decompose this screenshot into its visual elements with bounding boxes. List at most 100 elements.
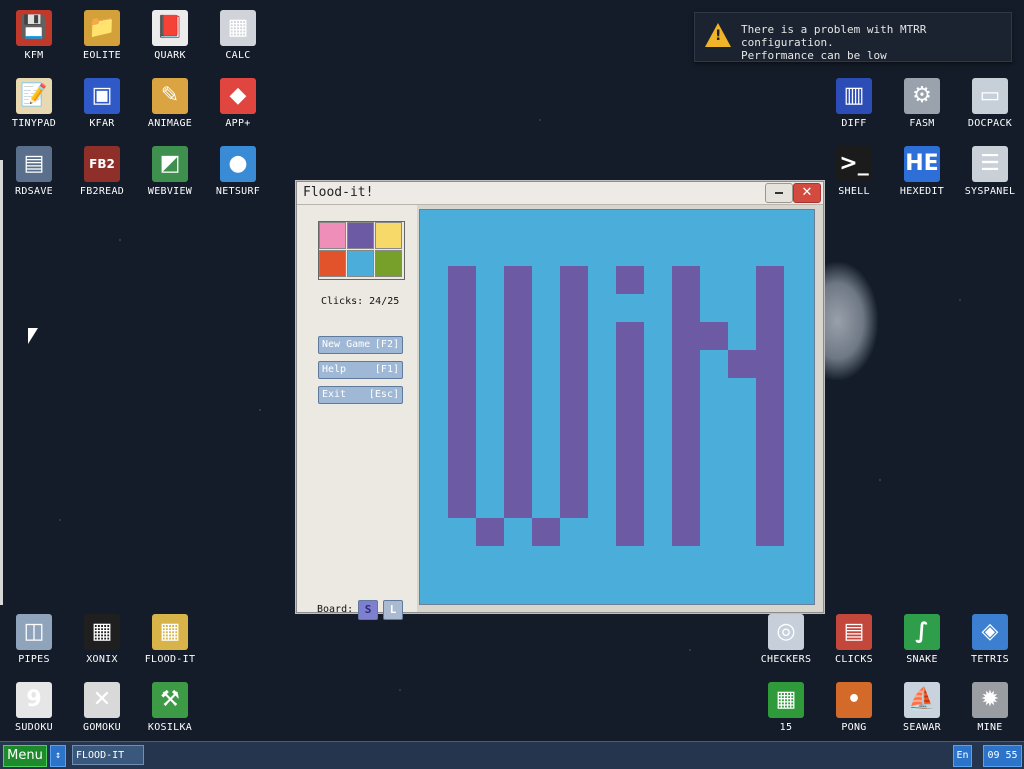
pipes-icon: ◫ [16, 614, 52, 650]
desktop-shortcut-snake[interactable]: ∫ SNAKE [888, 606, 956, 665]
flood-it-window[interactable]: Flood-it! ✕ Clicks: 24/25 New Game [F2] … [296, 181, 824, 620]
desktop-shortcut-label: FB2READ [79, 186, 125, 197]
desktop-shortcut-seawar[interactable]: ⛵ SEAWAR [888, 674, 956, 733]
board-cell-region [616, 266, 644, 294]
game-board[interactable] [419, 209, 815, 605]
board-cell-region [504, 266, 532, 518]
desktop-shortcut-label: NETSURF [215, 186, 261, 197]
palette-color-swatch[interactable] [347, 222, 374, 249]
desktop-shortcut-kfar[interactable]: ▣ KFAR [68, 70, 136, 129]
desktop-shortcut-sudoku[interactable]: 9 SUDOKU [0, 674, 68, 733]
desktop-shortcut-pipes[interactable]: ◫ PIPES [0, 606, 68, 665]
board-cell-region [728, 350, 756, 378]
desktop-shortcut-label: WEBVIEW [147, 186, 193, 197]
desktop-shortcut-hexedit[interactable]: HE HEXEDIT [888, 138, 956, 197]
desktop-shortcut-gomoku[interactable]: ✕ GOMOKU [68, 674, 136, 733]
desktop-left-edge [0, 160, 3, 605]
desktop-shortcut-label: FASM [909, 118, 935, 129]
shell-icon: >_ [836, 146, 872, 182]
desktop-shortcut-label: HEXEDIT [899, 186, 945, 197]
desktop-shortcut-mine[interactable]: ✹ MINE [956, 674, 1024, 733]
desktop-shortcut-tetris[interactable]: ◈ TETRIS [956, 606, 1024, 665]
desktop-shortcut-rdsave[interactable]: ▤ RDSAVE [0, 138, 68, 197]
new-game-label: New Game [322, 339, 371, 350]
rdsave-icon: ▤ [16, 146, 52, 182]
desktop-shortcut-tinypad[interactable]: 📝 TINYPAD [0, 70, 68, 129]
desktop-shortcut-fb2read[interactable]: FB2 FB2READ [68, 138, 136, 197]
clicks-icon: ▤ [836, 614, 872, 650]
docpack-icon: ▭ [972, 78, 1008, 114]
mtrr-warning-notification[interactable]: ! There is a problem with MTRR configura… [694, 12, 1012, 62]
animage-icon: ✎ [152, 78, 188, 114]
checkers-icon: ◎ [768, 614, 804, 650]
board-size-small-button[interactable]: S [358, 600, 378, 620]
color-palette [318, 221, 405, 280]
help-button[interactable]: Help [F1] [318, 361, 403, 379]
board-size-label: Board: [317, 604, 354, 615]
sudoku-icon: 9 [16, 682, 52, 718]
desktop-shortcut-webview[interactable]: ◩ WEBVIEW [136, 138, 204, 197]
desktop-shortcut-app-[interactable]: ◆ APP+ [204, 70, 272, 129]
minimize-icon [775, 192, 783, 194]
snake-icon: ∫ [904, 614, 940, 650]
desktop-shortcut-label: SEAWAR [903, 722, 941, 733]
desktop-shortcut-xonix[interactable]: ▦ XONIX [68, 606, 136, 665]
window-title: Flood-it! [303, 185, 374, 200]
desktop-shortcut-label: CALC [225, 50, 251, 61]
palette-color-swatch[interactable] [319, 222, 346, 249]
close-button[interactable]: ✕ [793, 183, 821, 203]
taskbar-item-flood-it[interactable]: FLOOD-IT [72, 745, 144, 765]
board-cell-region [476, 518, 504, 546]
desktop-shortcut-label: SUDOKU [15, 722, 53, 733]
desktop-shortcut-calc[interactable]: ▦ CALC [204, 2, 272, 61]
board-cell-region [560, 266, 588, 518]
board-size-large-button[interactable]: L [383, 600, 403, 620]
palette-color-swatch[interactable] [319, 250, 346, 277]
hexedit-icon: HE [904, 146, 940, 182]
clicks-counter: Clicks: 24/25 [321, 296, 400, 307]
board-cell-region [532, 518, 560, 546]
desktop-shortcut-quark[interactable]: 📕 QUARK [136, 2, 204, 61]
desktop-shortcut-15[interactable]: ▦ 15 [752, 674, 820, 733]
desktop-shortcut-clicks[interactable]: ▤ CLICKS [820, 606, 888, 665]
desktop-shortcut-shell[interactable]: >_ SHELL [820, 138, 888, 197]
desktop-shortcut-pong[interactable]: • PONG [820, 674, 888, 733]
desktop-shortcut-label: TETRIS [971, 654, 1009, 665]
syspanel-icon: ☰ [972, 146, 1008, 182]
desktop-shortcut-kfm[interactable]: 💾 KFM [0, 2, 68, 61]
desktop-shortcut-flood-it[interactable]: ▦ FLOOD-IT [136, 606, 204, 665]
board-cell-region [756, 266, 784, 546]
desktop-shortcut-eolite[interactable]: 📁 EOLITE [68, 2, 136, 61]
menu-button[interactable]: Menu [3, 745, 47, 767]
desktop-shortcut-diff[interactable]: ▥ DIFF [820, 70, 888, 129]
app-plus-icon: ◆ [220, 78, 256, 114]
taskbar-switch-icon[interactable]: ↕ [50, 745, 66, 767]
minimize-button[interactable] [765, 183, 793, 203]
desktop-shortcut-label: KFM [24, 50, 44, 61]
notification-line-1: There is a problem with MTRR configurati… [741, 23, 927, 49]
desktop-shortcut-label: SHELL [838, 186, 870, 197]
exit-button[interactable]: Exit [Esc] [318, 386, 403, 404]
clock[interactable]: 09 55 [983, 745, 1022, 767]
flood-it-icon: ▦ [152, 614, 188, 650]
exit-label: Exit [322, 389, 347, 400]
quark-icon: 📕 [152, 10, 188, 46]
netsurf-icon: ● [220, 146, 256, 182]
desktop-shortcut-netsurf[interactable]: ● NETSURF [204, 138, 272, 197]
gomoku-icon: ✕ [84, 682, 120, 718]
new-game-button[interactable]: New Game [F2] [318, 336, 403, 354]
language-indicator[interactable]: En [953, 745, 972, 767]
desktop-shortcut-animage[interactable]: ✎ ANIMAGE [136, 70, 204, 129]
palette-color-swatch[interactable] [375, 222, 402, 249]
palette-color-swatch[interactable] [347, 250, 374, 277]
calc-icon: ▦ [220, 10, 256, 46]
desktop-shortcut-kosilka[interactable]: ⚒ KOSILKA [136, 674, 204, 733]
desktop-shortcut-checkers[interactable]: ◎ CHECKERS [752, 606, 820, 665]
desktop-shortcut-fasm[interactable]: ⚙ FASM [888, 70, 956, 129]
palette-color-swatch[interactable] [375, 250, 402, 277]
desktop-shortcut-label: EOLITE [83, 50, 121, 61]
desktop-shortcut-syspanel[interactable]: ☰ SYSPANEL [956, 138, 1024, 197]
desktop-shortcut-docpack[interactable]: ▭ DOCPACK [956, 70, 1024, 129]
window-titlebar[interactable]: Flood-it! ✕ [297, 182, 823, 205]
desktop-shortcut-label: DIFF [841, 118, 867, 129]
